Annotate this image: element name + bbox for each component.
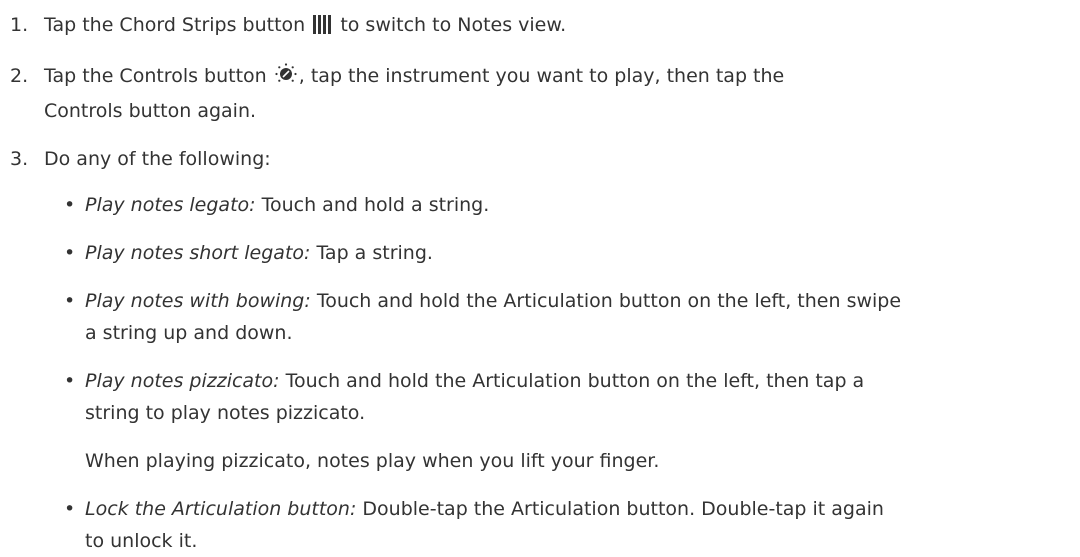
list-item: • Play notes legato: Touch and hold a st… <box>0 189 905 221</box>
chord-strips-icon <box>313 12 332 44</box>
list-item: • Play notes short legato: Tap a string. <box>0 237 905 269</box>
option-text: Tap a string. <box>316 242 433 264</box>
step-3-text: Do any of the following: <box>44 148 271 170</box>
step-1-text-end: to switch to Notes view. <box>340 14 567 36</box>
option-term: Lock the Articulation button: <box>85 498 357 520</box>
step-1: 1. Tap the Chord Strips button to switch… <box>0 9 844 44</box>
list-item: • Play notes with bowing: Touch and hold… <box>0 285 905 349</box>
list-item: • Lock the Articulation button: Double-t… <box>0 493 905 557</box>
step-2-text-start: Tap the Controls button <box>44 65 267 87</box>
list-item: • Play notes pizzicato: Touch and hold t… <box>0 365 905 429</box>
option-term: Play notes pizzicato: <box>85 370 280 392</box>
step-2: 2. Tap the Controls button , tap the ins… <box>0 60 844 127</box>
step-number: 3. <box>10 148 29 170</box>
bullet-icon: • <box>64 370 76 392</box>
bullet-icon: • <box>64 498 76 520</box>
option-term: Play notes with bowing: <box>85 290 311 312</box>
pizzicato-note: When playing pizzicato, notes play when … <box>85 450 660 472</box>
step-3: 3. Do any of the following: <box>0 143 844 175</box>
bullet-icon: • <box>64 290 76 312</box>
option-term: Play notes short legato: <box>85 242 311 264</box>
step-number: 1. <box>10 14 29 36</box>
option-term: Play notes legato: <box>85 194 256 216</box>
bullet-icon: • <box>64 242 76 264</box>
option-text: Touch and hold a string. <box>261 194 490 216</box>
step-1-text-start: Tap the Chord Strips button <box>44 14 306 36</box>
instructions-document: 1. Tap the Chord Strips button to switch… <box>0 0 1080 557</box>
step-number: 2. <box>10 65 29 87</box>
options-list: • Play notes legato: Touch and hold a st… <box>0 189 1080 557</box>
bullet-icon: • <box>64 194 76 216</box>
controls-knob-icon <box>275 63 297 95</box>
